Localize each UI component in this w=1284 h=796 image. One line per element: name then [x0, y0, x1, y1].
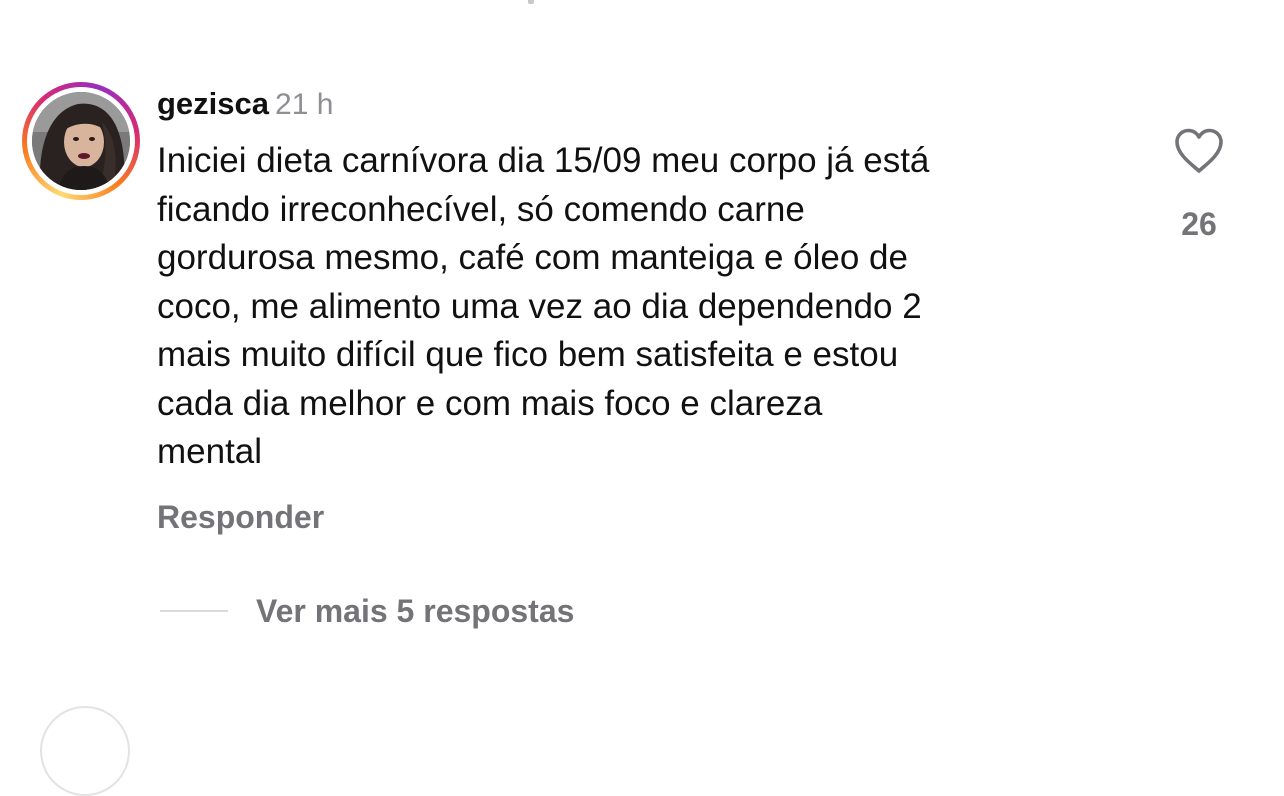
username[interactable]: gezisca — [157, 86, 269, 121]
next-comment-avatar[interactable] — [40, 706, 130, 796]
replies-divider — [160, 610, 228, 612]
avatar-photo-icon — [32, 92, 130, 190]
timestamp: 21 h — [275, 88, 334, 121]
reply-button[interactable]: Responder — [157, 497, 324, 537]
view-replies-button[interactable]: Ver mais 5 respostas — [256, 590, 574, 632]
like-button[interactable] — [1172, 126, 1226, 176]
avatar-story-ring[interactable] — [22, 82, 140, 200]
heart-outline-icon — [1175, 128, 1223, 173]
like-count: 26 — [1181, 206, 1217, 242]
avatar[interactable] — [32, 92, 130, 190]
comment: gezisca 21 h Iniciei dieta carnívora dia … — [0, 0, 1284, 796]
comment-header: gezisca 21 h — [157, 84, 333, 124]
comment-text: Iniciei dieta carnívora dia 15/09 meu co… — [157, 141, 930, 471]
